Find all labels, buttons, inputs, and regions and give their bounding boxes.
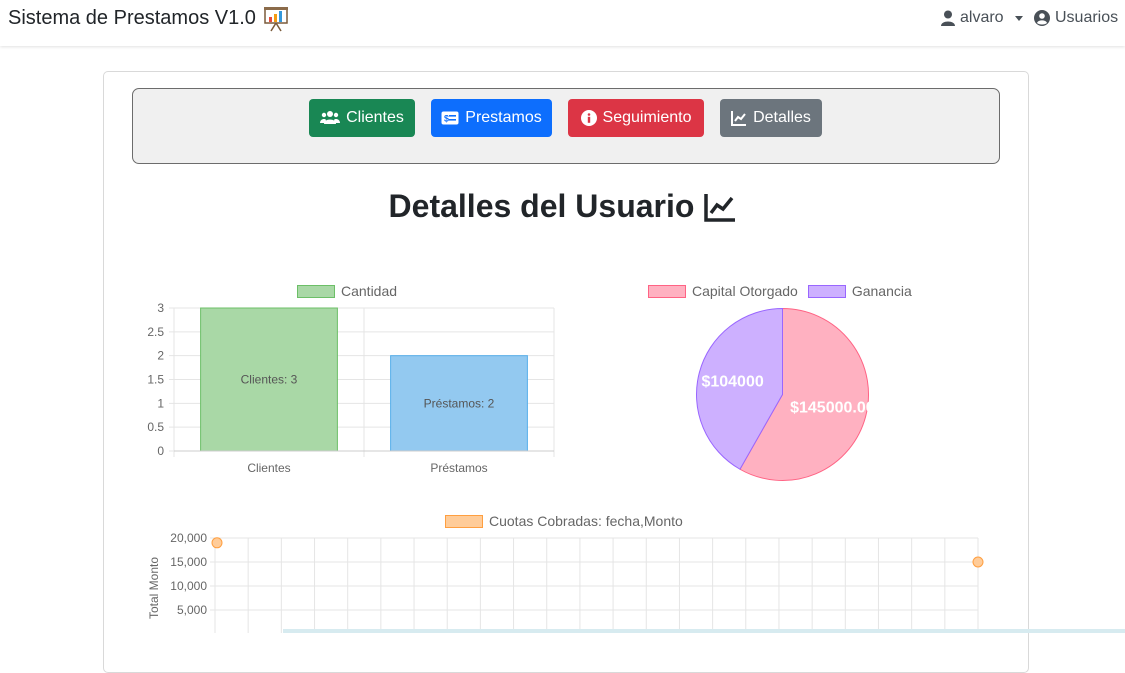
y-tick-label: 15,000 (170, 555, 207, 569)
bar-data-label: Préstamos: 2 (424, 396, 495, 410)
button-panel (132, 88, 1000, 164)
prestamos-button-label: Prestamos (465, 109, 542, 126)
y-axis-label: Total Monto (147, 557, 161, 619)
y-tick-label: 2.5 (147, 325, 164, 339)
scatter-chart: 20,000 15,000 10,000 5,000 Total Monto (147, 531, 984, 633)
user-name: alvaro (960, 9, 1004, 26)
navbar: Sistema de Prestamos V1.0 alvaro Usuario… (0, 0, 1125, 46)
chart-line-icon (704, 193, 736, 222)
y-tick-label: 5,000 (177, 603, 207, 617)
legend-swatch (445, 514, 483, 528)
y-tick-label: 0.5 (147, 420, 164, 434)
y-tick-label: 1.5 (147, 373, 164, 387)
pie-data-label: $104000 (701, 373, 763, 390)
chevron-down-icon (1014, 15, 1023, 21)
money-bill-icon: $ (441, 111, 459, 125)
prestamos-button[interactable]: $ Prestamos (431, 99, 552, 137)
detalles-button-label: Detalles (753, 109, 811, 126)
y-tick-label: 2 (157, 349, 164, 363)
clientes-button[interactable]: Clientes (309, 99, 415, 137)
brand-title: Sistema de Prestamos V1.0 (8, 6, 256, 29)
legend-swatch (807, 284, 846, 298)
scatter-point (211, 537, 223, 549)
presentation-chart-icon (263, 7, 288, 32)
info-circle-icon (580, 110, 597, 126)
legend-label[interactable]: Capital Otorgado (692, 283, 798, 299)
bar-chart-legend[interactable]: Cantidad (297, 283, 397, 299)
legend-label[interactable]: Ganancia (852, 283, 912, 299)
legend-label: Cantidad (341, 283, 398, 299)
svg-text:$: $ (444, 114, 449, 124)
users-link[interactable]: Usuarios (1034, 9, 1118, 27)
pie-chart: $145000.00 $104000 (696, 307, 875, 481)
bar-data-label: Clientes: 3 (241, 373, 298, 387)
y-tick-label: 3 (157, 301, 164, 315)
x-tick-label: Clientes (247, 461, 290, 475)
y-tick-label: 20,000 (170, 531, 207, 545)
chart-line-icon (731, 111, 747, 126)
y-tick-label: 10,000 (170, 579, 207, 593)
legend-swatch (297, 284, 335, 298)
seguimiento-button-label: Seguimiento (602, 109, 692, 126)
users-link-label: Usuarios (1055, 9, 1119, 26)
y-tick-label: 0 (157, 444, 164, 458)
user-dropdown[interactable]: alvaro (941, 9, 1023, 27)
legend-label: Cuotas Cobradas: fecha,Monto (489, 513, 683, 529)
seguimiento-button[interactable]: Seguimiento (568, 99, 704, 137)
page-title: Detalles del Usuario (0, 188, 1125, 225)
page-title-text: Detalles del Usuario (388, 188, 695, 224)
y-tick-label: 1 (157, 396, 164, 410)
legend-swatch (648, 284, 686, 298)
bar-chart: 0 0.5 1 1.5 2 2.5 3 Clientes: 3 Clientes Préstamo… (147, 301, 555, 475)
users-icon (320, 111, 341, 124)
clientes-button-label: Clientes (346, 109, 404, 126)
user-circle-icon (1034, 10, 1050, 26)
user-icon (941, 10, 955, 26)
bottom-strip (283, 629, 1125, 633)
pie-data-label: $145000.00 (790, 400, 875, 417)
x-tick-label: Préstamos (430, 461, 487, 475)
detalles-button[interactable]: Detalles (720, 99, 822, 137)
pie-chart-legend: Capital Otorgado Ganancia (648, 283, 912, 299)
scatter-point (972, 556, 984, 568)
brand[interactable]: Sistema de Prestamos V1.0 (8, 4, 290, 32)
scatter-chart-legend[interactable]: Cuotas Cobradas: fecha,Monto (445, 513, 683, 529)
